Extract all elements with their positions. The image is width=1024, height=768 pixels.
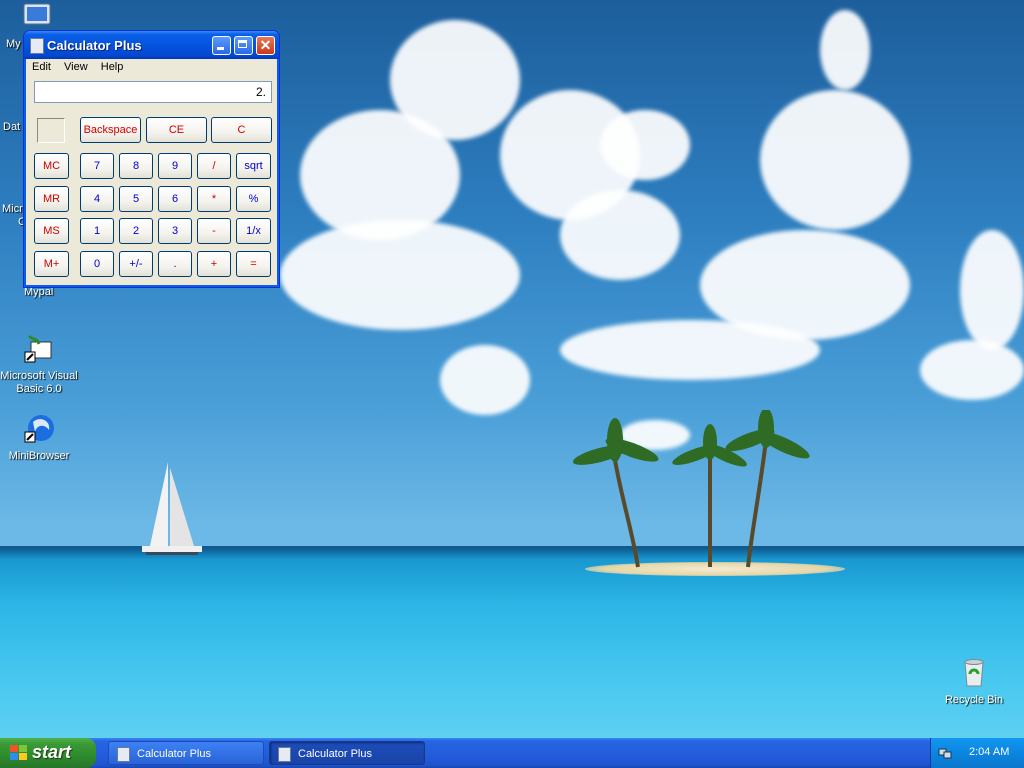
- digit-9-button[interactable]: 9: [158, 153, 192, 179]
- calculator-icon: [278, 747, 291, 762]
- desktop-icon-visual-basic[interactable]: Microsoft Visual Basic 6.0: [0, 332, 78, 396]
- reciprocal-button[interactable]: 1/x: [236, 218, 271, 244]
- divide-button[interactable]: /: [197, 153, 231, 179]
- ocean: [0, 548, 1024, 738]
- backspace-button[interactable]: Backspace: [80, 117, 141, 143]
- menu-view[interactable]: View: [59, 59, 93, 75]
- cloud: [960, 230, 1024, 350]
- digit-2-button[interactable]: 2: [119, 218, 153, 244]
- system-tray: 2:04 AM: [930, 738, 1024, 768]
- calculator-icon: [117, 747, 130, 762]
- desktop-icon-label: Recycle Bin: [944, 694, 1004, 706]
- close-button[interactable]: ✕: [256, 36, 275, 55]
- desktop-icon-label-dat: Dat: [3, 121, 21, 133]
- taskbar-item-calculator-plus[interactable]: Calculator Plus: [108, 741, 264, 765]
- digit-6-button[interactable]: 6: [158, 186, 192, 212]
- window-titlebar[interactable]: Calculator Plus ✕: [24, 31, 279, 59]
- start-label: start: [32, 742, 72, 762]
- desktop-icon-label-my: My: [6, 38, 21, 50]
- network-icon[interactable]: [938, 746, 952, 760]
- menu-help[interactable]: Help: [96, 59, 129, 75]
- minimize-button[interactable]: [212, 36, 231, 55]
- desktop-icon-label: Microsoft Visual Basic 6.0: [0, 370, 78, 395]
- decimal-button[interactable]: .: [158, 251, 192, 277]
- desktop-icon-minibrowser[interactable]: MiniBrowser: [0, 412, 78, 463]
- menu-bar: Edit View Help: [27, 59, 276, 77]
- equals-button[interactable]: =: [236, 251, 271, 277]
- minibrowser-icon: [24, 415, 54, 443]
- digit-0-button[interactable]: 0: [80, 251, 114, 277]
- memory-indicator: [37, 118, 65, 143]
- cloud: [440, 345, 530, 415]
- taskbar-item-label: Calculator Plus: [298, 748, 372, 760]
- desktop-icon-recycle-bin[interactable]: Recycle Bin: [935, 656, 1013, 707]
- cloud: [280, 220, 520, 330]
- digit-1-button[interactable]: 1: [80, 218, 114, 244]
- sailboat-image: [142, 462, 202, 555]
- recycle-bin-icon: [964, 659, 984, 687]
- calculator-window: Calculator Plus ✕ Edit View Help 2. Back…: [23, 30, 280, 288]
- close-icon: ✕: [259, 37, 272, 53]
- digit-7-button[interactable]: 7: [80, 153, 114, 179]
- ms-button[interactable]: MS: [34, 218, 69, 244]
- digit-8-button[interactable]: 8: [119, 153, 153, 179]
- mc-button[interactable]: MC: [34, 153, 69, 179]
- calculator-icon: [30, 38, 44, 54]
- taskbar: start Calculator Plus Calculator Plus 2:…: [0, 738, 1024, 768]
- sqrt-button[interactable]: sqrt: [236, 153, 271, 179]
- mr-button[interactable]: MR: [34, 186, 69, 212]
- cloud: [600, 110, 690, 180]
- calculator-display: 2.: [34, 81, 272, 103]
- my-computer-icon[interactable]: [22, 2, 56, 32]
- percent-button[interactable]: %: [236, 186, 271, 212]
- taskbar-item-calculator-plus-active[interactable]: Calculator Plus: [269, 741, 425, 765]
- window-title: Calculator Plus: [47, 38, 142, 53]
- cloud: [920, 340, 1024, 400]
- maximize-button[interactable]: [234, 36, 253, 55]
- cloud: [560, 190, 680, 280]
- ce-button[interactable]: CE: [146, 117, 207, 143]
- digit-3-button[interactable]: 3: [158, 218, 192, 244]
- clock[interactable]: 2:04 AM: [969, 746, 1009, 758]
- desktop-icon-label: MiniBrowser: [8, 450, 70, 462]
- digit-4-button[interactable]: 4: [80, 186, 114, 212]
- c-button[interactable]: C: [211, 117, 272, 143]
- multiply-button[interactable]: *: [197, 186, 231, 212]
- sign-toggle-button[interactable]: +/-: [119, 251, 153, 277]
- add-button[interactable]: +: [197, 251, 231, 277]
- visual-basic-icon: [24, 334, 52, 363]
- palm-trees-image: [572, 410, 810, 568]
- windows-flag-icon: [10, 745, 28, 761]
- cloud: [820, 10, 870, 90]
- digit-5-button[interactable]: 5: [119, 186, 153, 212]
- mplus-button[interactable]: M+: [34, 251, 69, 277]
- cloud: [560, 320, 820, 380]
- menu-edit[interactable]: Edit: [27, 59, 56, 75]
- taskbar-item-label: Calculator Plus: [137, 748, 211, 760]
- cloud: [760, 90, 910, 230]
- start-button[interactable]: start: [0, 738, 96, 768]
- subtract-button[interactable]: -: [197, 218, 231, 244]
